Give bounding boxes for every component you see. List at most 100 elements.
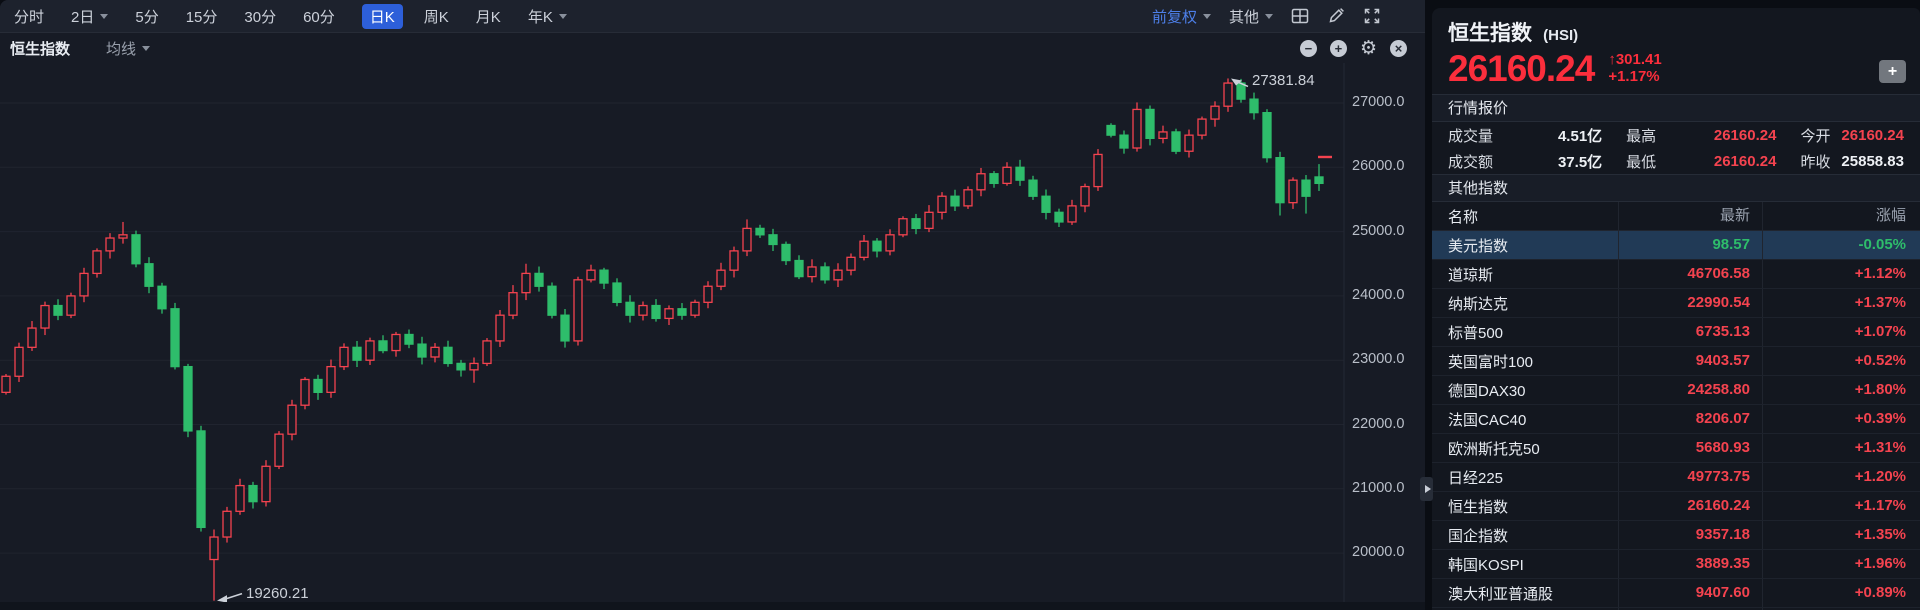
- axis-tick-label: 26000.0: [1352, 158, 1405, 175]
- period-toolbar: 分时 2日 5分 15分 30分 60分 日K 周K 月K 年K 前复权 其他: [0, 0, 1425, 33]
- zoom-in-icon[interactable]: +: [1329, 39, 1347, 57]
- quote-value: 26160.24: [1713, 152, 1777, 170]
- toolbar-item-5分[interactable]: 5分: [135, 6, 158, 27]
- index-change: +1.96%: [1762, 550, 1920, 578]
- chevron-down-icon: [1202, 13, 1211, 19]
- index-last: 6735.13: [1618, 318, 1762, 346]
- toolbar-item-分时[interactable]: 分时: [14, 6, 44, 27]
- index-name: 欧洲斯托克50: [1448, 440, 1540, 458]
- index-last: 49773.75: [1618, 463, 1762, 491]
- index-name: 韩国KOSPI: [1448, 556, 1524, 574]
- indices-table-header: 名称 最新 涨幅: [1432, 202, 1920, 231]
- chart-symbol-label: 恒生指数: [10, 40, 71, 58]
- index-change: +1.17%: [1762, 492, 1920, 520]
- index-name: 道琼斯: [1448, 266, 1494, 284]
- quote-label: 最高: [1626, 127, 1657, 145]
- panel-collapse-handle[interactable]: [1420, 477, 1433, 501]
- col-change: 涨幅: [1762, 202, 1920, 230]
- zoom-out-icon[interactable]: −: [1299, 39, 1317, 57]
- last-price: 26160.24: [1448, 48, 1595, 89]
- toolbar-item-15分[interactable]: 15分: [186, 6, 218, 27]
- settings-icon[interactable]: ⚙: [1360, 39, 1377, 58]
- indices-section-header: 其他指数: [1432, 174, 1920, 202]
- index-row-韩国KOSPI[interactable]: 韩国KOSPI 3889.35 +1.96%: [1432, 550, 1920, 579]
- adjust-mode-dropdown[interactable]: 前复权: [1152, 6, 1211, 27]
- time-axis-strip: [0, 602, 1425, 610]
- index-last: 98.57: [1618, 231, 1762, 259]
- indices-table: 美元指数 98.57 -0.05% 道琼斯 46706.58 +1.12% 纳斯达克 2299…: [1432, 231, 1920, 610]
- add-to-watchlist-button[interactable]: +: [1879, 60, 1906, 83]
- toolbar-item-60分[interactable]: 60分: [303, 6, 335, 27]
- toolbar-item-周K[interactable]: 周K: [424, 6, 449, 27]
- chevron-right-icon: [1424, 485, 1431, 493]
- quote-rows: 成交量 4.51亿 最高 26160.24 今开 26160.24 成交额 37.5亿 最低 26…: [1432, 122, 1920, 174]
- other-dropdown[interactable]: 其他: [1229, 6, 1273, 27]
- index-row-标普500[interactable]: 标普500 6735.13 +1.07%: [1432, 318, 1920, 347]
- toolbar-item-label: 30分: [244, 8, 277, 26]
- toolbar-item-2日[interactable]: 2日: [71, 6, 109, 27]
- quote-value: 25858.83: [1841, 152, 1904, 170]
- index-name: 美元指数: [1448, 237, 1509, 255]
- quote-value: 26160.24: [1713, 126, 1777, 144]
- index-row-英国富时100[interactable]: 英国富时100 9403.57 +0.52%: [1432, 347, 1920, 376]
- index-code: (HSI): [1543, 27, 1579, 44]
- index-name: 日经225: [1448, 469, 1504, 487]
- index-last: 9407.60: [1618, 579, 1762, 607]
- index-change: +1.37%: [1762, 289, 1920, 317]
- ma-dropdown[interactable]: 均线: [106, 38, 151, 59]
- index-last: 9403.57: [1618, 347, 1762, 375]
- toolbar-item-label: 5分: [135, 8, 159, 26]
- index-name: 英国富时100: [1448, 353, 1534, 371]
- index-row-道琼斯[interactable]: 道琼斯 46706.58 +1.12%: [1432, 260, 1920, 289]
- chevron-down-icon: [558, 13, 567, 19]
- toolbar-item-月K[interactable]: 月K: [476, 6, 501, 27]
- index-row-德国DAX30[interactable]: 德国DAX30 24258.80 +1.80%: [1432, 376, 1920, 405]
- draw-brush-icon[interactable]: [1327, 7, 1345, 25]
- index-last: 8206.07: [1618, 405, 1762, 433]
- index-row-纳斯达克[interactable]: 纳斯达克 22990.54 +1.37%: [1432, 289, 1920, 318]
- index-change: +0.39%: [1762, 405, 1920, 433]
- candlestick-chart[interactable]: [0, 0, 1425, 610]
- toolbar-item-30分[interactable]: 30分: [244, 6, 276, 27]
- other-label: 其他: [1228, 8, 1259, 26]
- index-row-美元指数[interactable]: 美元指数 98.57 -0.05%: [1432, 231, 1920, 260]
- index-last: 24258.80: [1618, 376, 1762, 404]
- index-row-恒生指数[interactable]: 恒生指数 26160.24 +1.17%: [1432, 492, 1920, 521]
- close-chart-icon[interactable]: ×: [1390, 39, 1407, 57]
- axis-tick-label: 21000.0: [1352, 479, 1405, 496]
- col-last: 最新: [1618, 202, 1762, 230]
- index-row-欧洲斯托克50[interactable]: 欧洲斯托克50 5680.93 +1.31%: [1432, 434, 1920, 463]
- index-change: +1.12%: [1762, 260, 1920, 288]
- toolbar-right-cluster: 前复权 其他: [1152, 6, 1411, 27]
- chart-pane: 分时 2日 5分 15分 30分 60分 日K 周K 月K 年K 前复权 其他: [0, 0, 1425, 610]
- toolbar-item-label: 分时: [14, 8, 45, 26]
- index-name: 法国CAC40: [1448, 411, 1527, 429]
- index-last: 3889.35: [1618, 550, 1762, 578]
- chevron-down-icon: [142, 45, 151, 51]
- axis-tick-label: 24000.0: [1352, 286, 1405, 303]
- fullscreen-icon[interactable]: [1363, 7, 1381, 25]
- index-name: 纳斯达克: [1448, 295, 1509, 313]
- index-last: 26160.24: [1618, 492, 1762, 520]
- axis-tick-label: 25000.0: [1352, 222, 1405, 239]
- chevron-down-icon: [100, 13, 109, 19]
- index-row-国企指数[interactable]: 国企指数 9357.18 +1.35%: [1432, 521, 1920, 550]
- index-name: 恒生指数: [1448, 22, 1532, 45]
- quote-label: 成交额: [1448, 153, 1494, 171]
- ma-label: 均线: [106, 40, 137, 58]
- index-row-日经225[interactable]: 日经225 49773.75 +1.20%: [1432, 463, 1920, 492]
- index-name: 澳大利亚普通股: [1448, 585, 1554, 603]
- index-row-法国CAC40[interactable]: 法国CAC40 8206.07 +0.39%: [1432, 405, 1920, 434]
- index-last: 22990.54: [1618, 289, 1762, 317]
- quote-section-header: 行情报价: [1432, 94, 1920, 122]
- toolbar-item-日K[interactable]: 日K: [361, 3, 403, 29]
- index-name: 恒生指数: [1448, 498, 1509, 516]
- price-change: 301.41: [1615, 51, 1662, 68]
- index-last: 5680.93: [1618, 434, 1762, 462]
- chart-icon-cluster: − + ⚙ ×: [1299, 39, 1415, 58]
- index-row-澳大利亚普通股[interactable]: 澳大利亚普通股 9407.60 +0.89%: [1432, 579, 1920, 608]
- layout-grid-icon[interactable]: [1291, 7, 1309, 25]
- toolbar-item-label: 年K: [527, 8, 553, 26]
- chart-subheader: 恒生指数 均线 − + ⚙ ×: [0, 33, 1425, 63]
- toolbar-item-年K[interactable]: 年K: [528, 6, 567, 27]
